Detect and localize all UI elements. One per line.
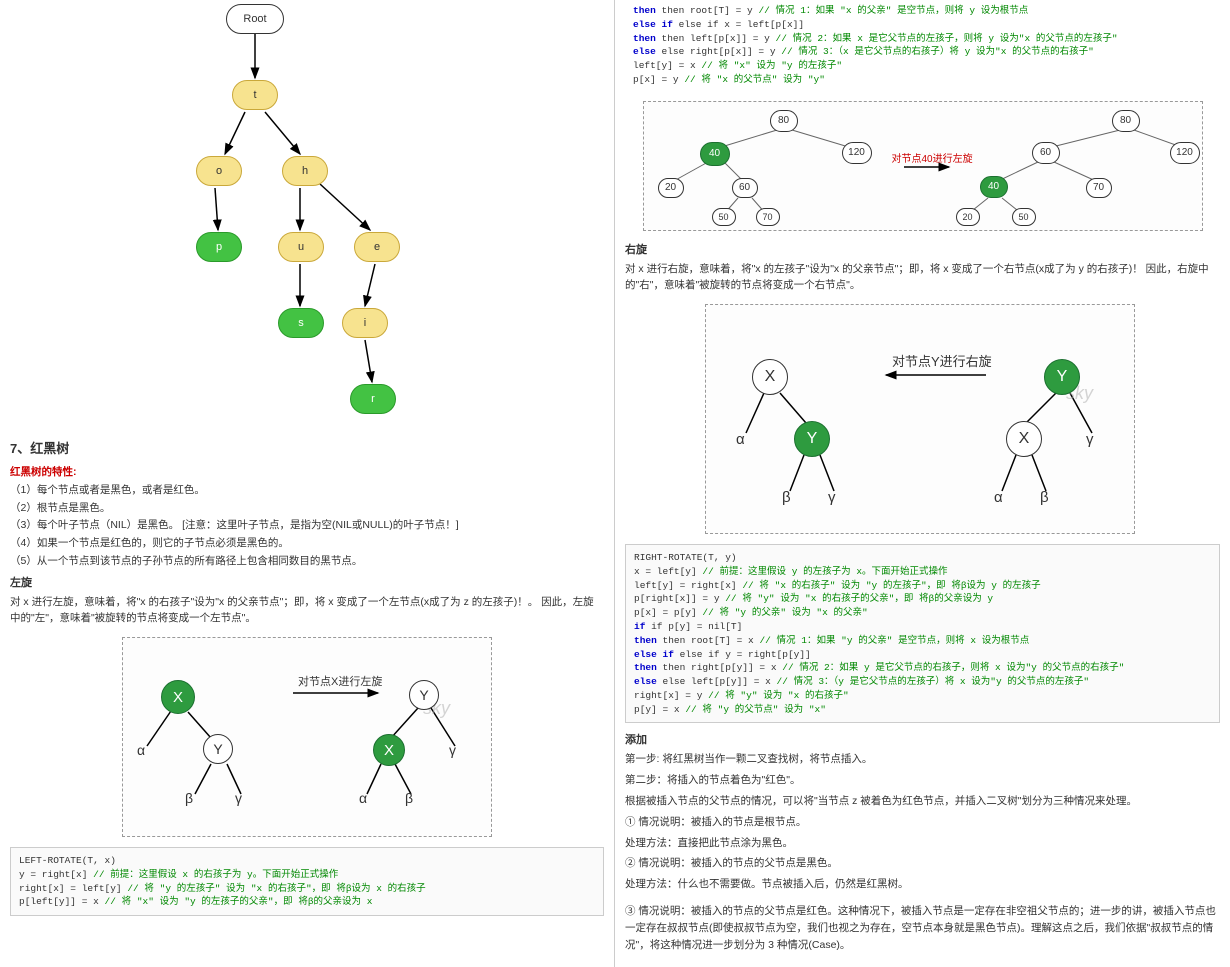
leaf-beta2: β [405, 790, 413, 806]
node-y-src: Y [1044, 359, 1080, 395]
rotate-y-label: 对节点Y进行右旋 [892, 351, 992, 370]
tree-node-label: o [216, 165, 222, 177]
tree-node-label: Root [243, 13, 266, 25]
tree-node-label: t [253, 89, 256, 101]
leaf-c-src: γ [1086, 431, 1094, 448]
tree-node-r: r [350, 384, 396, 414]
top-tree-diagram: Root t o h p u e s i r [140, 4, 520, 424]
left-rotate-code: LEFT-ROTATE(T, x) y = right[x] // 前提：这里假… [10, 847, 604, 916]
leaf-b-res: β [782, 489, 791, 506]
tree-node-h: h [282, 156, 328, 186]
rbtree-properties: 红黑树的特性: （1）每个节点或者是黑色，或者是红色。 （2）根节点是黑色。 （… [10, 465, 604, 570]
left-column: Root t o h p u e s i r 7、红黑树 红黑树的特性: （1）… [0, 0, 615, 967]
leaf-alpha2: α [359, 790, 367, 806]
node-60-l: 60 [732, 178, 758, 198]
tree-node-p: p [196, 232, 242, 262]
prop-5: （5）从一个节点到该节点的子孙节点的所有路径上包含相同数目的黑节点。 [10, 554, 604, 570]
node-60-r: 60 [1032, 142, 1060, 164]
node-y-result: Y [794, 421, 830, 457]
tree-node-label: r [371, 393, 375, 405]
leaf-gamma2: γ [449, 742, 456, 758]
add-p6: ② 情况说明：被插入的节点的父节点是黑色。 [625, 855, 1220, 872]
node-label: X [384, 742, 394, 759]
tree-node-label: i [364, 317, 366, 329]
node-label: Y [213, 741, 222, 757]
leaf-a-res: α [736, 431, 745, 448]
tree-node-o: o [196, 156, 242, 186]
leaf-a-src: α [994, 489, 1003, 506]
node-20-l: 20 [658, 178, 684, 198]
node-50-l: 50 [712, 208, 736, 226]
add-p7: 处理方法：什么也不需要做。节点被插入后，仍然是红黑树。 [625, 876, 1220, 893]
left-rotate-desc: 对 x 进行左旋，意味着，将"x 的右孩子"设为"x 的父亲节点"；即，将 x … [10, 594, 604, 628]
add-p3: 根据被插入节点的父节点的情况，可以将"当节点 z 被着色为红色节点，并插入二叉树… [625, 793, 1220, 810]
tree-node-e: e [354, 232, 400, 262]
prop-2: （2）根节点是黑色。 [10, 501, 604, 517]
right-rotate-figure: sky 对节点Y进行右旋 X α Y β γ Y X γ α β [705, 304, 1135, 534]
tree-node-label: u [298, 241, 304, 253]
right-rotate-desc: 对 x 进行右旋，意味着，将"x 的左孩子"设为"x 的父亲节点"；即，将 x … [625, 261, 1220, 295]
left-rotate-title: 左旋 [10, 574, 604, 590]
node-20-r: 20 [956, 208, 980, 226]
node-40-l: 40 [700, 142, 730, 166]
right-rotate-code: RIGHT-ROTATE(T, y) x = left[y] // 前提：这里假… [625, 544, 1220, 723]
rotate-x-label: 对节点X进行左旋 [298, 673, 382, 689]
node-x-result: X [752, 359, 788, 395]
node-x-before: X [161, 680, 195, 714]
tree-node-label: s [298, 317, 304, 329]
node-50-r: 50 [1012, 208, 1036, 226]
node-120-r: 120 [1170, 142, 1200, 164]
prop-4: （4）如果一个节点是红色的，则它的子节点必须是黑色的。 [10, 536, 604, 552]
right-rotate-title: 右旋 [625, 241, 1220, 257]
node-label: Y [419, 687, 428, 703]
node-70-l: 70 [756, 208, 780, 226]
tree-node-u: u [278, 232, 324, 262]
add-p8: ③ 情况说明：被插入的节点的父节点是红色。这种情况下，被插入节点是一定存在非空祖… [625, 903, 1220, 953]
props-title: 红黑树的特性: [10, 465, 604, 481]
tree-node-label: p [216, 241, 222, 253]
rotate-40-figure: 对节点40进行左旋 80 40 120 20 60 50 70 80 60 12… [643, 101, 1203, 231]
node-120-l: 120 [842, 142, 872, 164]
leaf-b-src: β [1040, 489, 1049, 506]
right-column: then then root[T] = y // 情况 1：如果 "x 的父亲"… [615, 0, 1230, 967]
add-p5: 处理方法：直接把此节点涂为黑色。 [625, 835, 1220, 852]
node-70-r: 70 [1086, 178, 1112, 198]
add-p4: ① 情况说明：被插入的节点是根节点。 [625, 814, 1220, 831]
prop-1: （1）每个节点或者是黑色，或者是红色。 [10, 483, 604, 499]
tree-node-label: h [302, 165, 308, 177]
tree-node-t: t [232, 80, 278, 110]
leaf-alpha: α [137, 742, 145, 758]
left-rotate-code-cont: then then root[T] = y // 情况 1：如果 "x 的父亲"… [625, 4, 1220, 91]
section-title: 7、红黑树 [10, 438, 604, 457]
tree-node-label: e [374, 241, 380, 253]
node-y-before: Y [203, 734, 233, 764]
left-rotate-figure: sky 对节点X进行左旋 X α Y β γ Y X γ α β [122, 637, 492, 837]
node-80-r: 80 [1112, 110, 1140, 132]
rotate-40-label: 对节点40进行左旋 [892, 150, 973, 165]
add-p1: 第一步: 将红黑树当作一颗二叉查找树，将节点插入。 [625, 751, 1220, 768]
node-x-after: X [373, 734, 405, 766]
node-label: X [173, 689, 183, 706]
node-x-src: X [1006, 421, 1042, 457]
leaf-beta: β [185, 790, 193, 806]
node-80-l: 80 [770, 110, 798, 132]
prop-3: （3）每个叶子节点（NIL）是黑色。 [注意：这里叶子节点，是指为空(NIL或N… [10, 518, 604, 534]
tree-node-s: s [278, 308, 324, 338]
leaf-gamma: γ [235, 790, 242, 806]
node-y-after: Y [409, 680, 439, 710]
node-40-r: 40 [980, 176, 1008, 198]
add-p2: 第二步：将插入的节点着色为"红色"。 [625, 772, 1220, 789]
add-title: 添加 [625, 731, 1220, 747]
tree-node-i: i [342, 308, 388, 338]
leaf-c-res: γ [828, 489, 836, 506]
tree-node-root: Root [226, 4, 284, 34]
